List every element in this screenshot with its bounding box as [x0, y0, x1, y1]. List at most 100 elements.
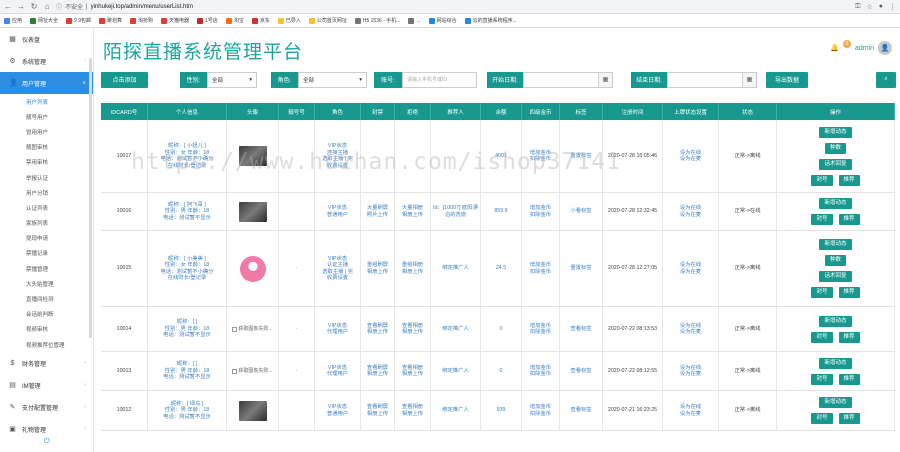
sidebar-item[interactable]: ⚙ 系统管理 ‹	[0, 50, 93, 72]
bookmark-item[interactable]: 京东	[251, 17, 270, 24]
info-line[interactable]: 在线时长/登记录	[168, 163, 207, 170]
sidebar-subitem[interactable]: 家族列表	[0, 216, 93, 231]
coins-line[interactable]: 扣除金币	[530, 269, 551, 276]
status_set-line[interactable]: 设为在麦	[680, 329, 701, 336]
referrer-link[interactable]: 绑定推广人	[442, 265, 469, 272]
info-icon[interactable]: ⓘ	[56, 2, 62, 11]
bookmark-item[interactable]: 淘抢购	[130, 17, 153, 24]
gender-select[interactable]: 全部 ▾	[207, 71, 257, 88]
role-line[interactable]: 代理用户	[327, 329, 348, 336]
status_set-line[interactable]: 设为在麦	[680, 371, 701, 378]
coins-line[interactable]: 扣除金币	[530, 371, 551, 378]
role-line[interactable]: 收费设置	[327, 275, 348, 282]
action-button[interactable]: 封号	[811, 174, 833, 186]
avatar[interactable]: 👤	[878, 41, 892, 55]
ban-line[interactable]: 相册上传	[367, 269, 388, 276]
referrer-link[interactable]: Id：[10007] 欧阳漂泊的洗道	[433, 205, 478, 218]
sidebar-subitem[interactable]: 大头贴管理	[0, 276, 93, 291]
bookmark-item[interactable]: H5 1536 - 手机...	[354, 17, 400, 24]
bookmark-item[interactable]: 聚划算	[98, 17, 122, 24]
coins-line[interactable]: 扣除金币	[530, 212, 551, 219]
role-select[interactable]: 全部 ▾	[298, 71, 367, 88]
ban-line[interactable]: 相册上传	[367, 411, 388, 418]
info-line[interactable]: 在线时长/登记录	[168, 275, 207, 282]
bookmark-item[interactable]: 网址大全	[30, 17, 58, 24]
reload-icon[interactable]: ↻	[30, 2, 38, 11]
add-button[interactable]: 点击添加	[101, 71, 148, 88]
action-button[interactable]: 种数	[824, 255, 846, 266]
balance-value[interactable]: 24.5	[496, 265, 506, 272]
action-button[interactable]: 话术回复	[819, 271, 852, 282]
info-line[interactable]: 电话：测试暂不显示	[163, 374, 211, 381]
admin-username[interactable]: admin	[855, 45, 874, 52]
sidebar-subitem[interactable]: 用户列表	[0, 94, 93, 109]
menu-icon[interactable]: ⋮	[889, 3, 896, 11]
action-button[interactable]: 种数	[824, 142, 846, 154]
balance-value[interactable]: 939	[497, 407, 506, 414]
status_set-line[interactable]: 设为在麦	[680, 212, 701, 219]
sidebar-subitem[interactable]: 直播间检测	[0, 291, 93, 306]
power-icon[interactable]: ⏻	[44, 438, 50, 446]
ban-line[interactable]: 照片上传	[367, 212, 388, 219]
account-input[interactable]: 请输入手机号或ID	[402, 71, 477, 88]
sidebar-subitem[interactable]: 禁用审核	[0, 155, 93, 170]
action-button[interactable]: 新增动态	[819, 397, 852, 408]
tag-link[interactable]: 查看标签	[570, 368, 591, 375]
avatar[interactable]	[238, 201, 267, 222]
sidebar-subitem[interactable]: 靓图审核	[0, 140, 93, 155]
action-button[interactable]: 新增动态	[819, 126, 852, 138]
action-button[interactable]: 推荐	[838, 287, 860, 298]
action-button[interactable]: 新增动态	[819, 198, 852, 209]
action-button[interactable]: 封号	[811, 373, 833, 385]
action-button[interactable]: 新增动态	[819, 357, 852, 369]
refuse-line[interactable]: 相册上传	[402, 411, 423, 418]
action-button[interactable]: 推荐	[838, 174, 860, 186]
coins-line[interactable]: 扣除金币	[530, 329, 551, 336]
ban-line[interactable]: 相册上传	[367, 371, 388, 378]
role-line[interactable]: 代理用户	[327, 371, 348, 378]
sidebar-item[interactable]: ✎ 支付配置管理 ‹	[0, 396, 93, 418]
balance-value[interactable]: 4001	[495, 153, 507, 160]
sidebar-subitem[interactable]: 视频审核	[0, 322, 93, 337]
action-button[interactable]: 推荐	[838, 214, 860, 225]
sidebar-item[interactable]: ▦ 仪表盘	[0, 28, 93, 50]
bookmark-item[interactable]: 淘宝	[225, 17, 244, 24]
tag-link[interactable]: 查看标签	[570, 326, 591, 333]
action-button[interactable]: 话术回复	[819, 158, 852, 170]
bookmark-item[interactable]: 应用	[4, 17, 22, 24]
sidebar-subitem[interactable]: 提现申请	[0, 231, 93, 246]
status_set-line[interactable]: 设为在麦	[680, 269, 701, 276]
action-button[interactable]: 封号	[811, 287, 833, 298]
sidebar-item[interactable]: ▤ IM管理 ‹	[0, 374, 93, 396]
sidebar-item[interactable]: 👤 用户管理 ∨	[0, 72, 93, 94]
bookmark-item[interactable]: 已导入	[277, 17, 301, 24]
bookmark-item[interactable]: 网站综合	[428, 17, 457, 24]
action-button[interactable]: 新增动态	[819, 315, 852, 327]
refuse-line[interactable]: 相册上传	[402, 212, 423, 219]
sidebar-subitem[interactable]: 认证列表	[0, 200, 93, 215]
forward-icon[interactable]: →	[17, 2, 25, 11]
tag-link[interactable]: 重置标签	[570, 153, 591, 160]
sidebar-subitem[interactable]: 靓号用户	[0, 109, 93, 124]
action-button[interactable]: 推荐	[838, 413, 860, 424]
bookmark-item[interactable]: 云的直播系统程序...	[464, 17, 517, 24]
role-line[interactable]: 普通用户	[327, 411, 348, 418]
start-date-input[interactable]	[523, 71, 599, 88]
bookmark-item[interactable]: ...	[408, 17, 421, 24]
sidebar-subitem[interactable]: 会话前判断	[0, 307, 93, 322]
tag-link[interactable]: 重置标签	[570, 265, 591, 272]
info-line[interactable]: 电话：测试暂不显示	[163, 414, 211, 421]
sidebar-scrollbar[interactable]	[89, 58, 92, 338]
referrer-link[interactable]: 绑定推广人	[442, 326, 469, 333]
action-button[interactable]: 新增动态	[819, 239, 852, 250]
avatar[interactable]	[238, 400, 267, 421]
sidebar-subitem[interactable]: 视频推荐位管理	[0, 337, 93, 352]
ban-line[interactable]: 相册上传	[367, 329, 388, 336]
info-line[interactable]: 电话：测试暂不显示	[163, 215, 211, 222]
bell-icon[interactable]: 🔔	[830, 44, 839, 52]
coins-line[interactable]: 扣除金币	[530, 411, 551, 418]
back-icon[interactable]: ←	[4, 2, 12, 11]
balance-value[interactable]: 859.9	[494, 208, 507, 215]
sidebar-subitem[interactable]: 用户分销	[0, 185, 93, 200]
coins-line[interactable]: 扣除金币	[530, 156, 551, 163]
